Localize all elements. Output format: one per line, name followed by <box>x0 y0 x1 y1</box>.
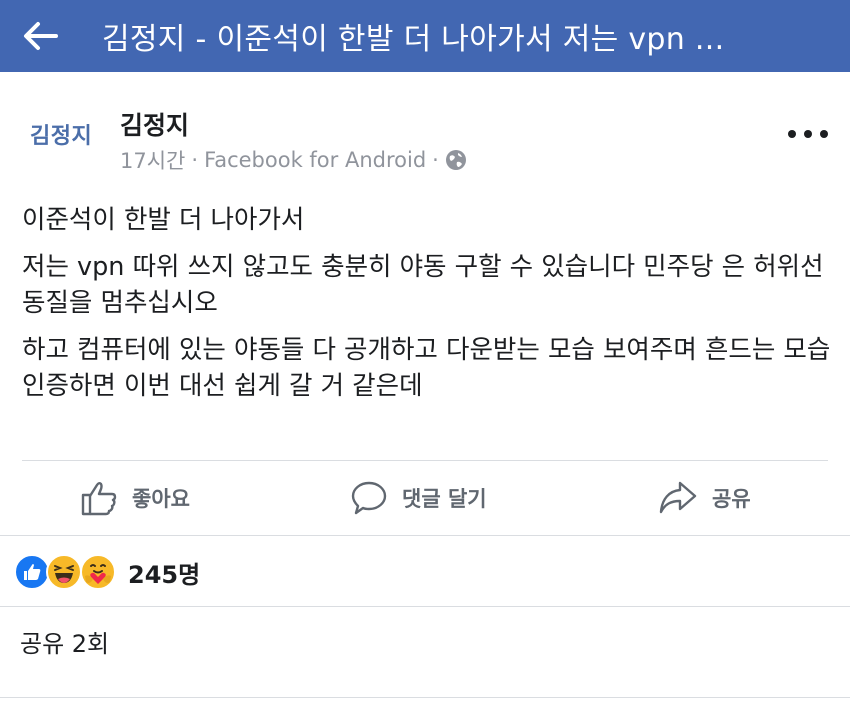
care-reaction-icon <box>80 554 116 590</box>
divider <box>0 697 850 698</box>
divider <box>0 606 850 607</box>
meta-separator: · <box>191 148 199 172</box>
meta-separator: · <box>432 148 439 172</box>
more-dot <box>820 130 828 138</box>
post-paragraph: 저는 vpn 따위 쓰지 않고도 충분히 야동 구할 수 있습니다 민주당 은 … <box>22 252 824 318</box>
like-label: 좋아요 <box>132 487 190 511</box>
back-button[interactable] <box>0 0 80 72</box>
like-reaction-icon <box>14 554 50 590</box>
post-time[interactable]: 17시간 <box>120 145 185 175</box>
share-button[interactable]: 공유 <box>658 462 751 534</box>
back-arrow-icon <box>24 22 58 50</box>
thumbs-up-icon <box>81 482 117 516</box>
reactions-summary[interactable]: 245명 <box>14 552 200 592</box>
post-text: 이준석이 한발 더 나아가서 저는 vpn 따위 쓰지 않고도 충분히 야동 구… <box>22 202 832 415</box>
comment-label: 댓글 달기 <box>402 487 487 511</box>
post-header: 김정지 김정지 17시간 · Facebook for Android · <box>0 96 850 186</box>
top-app-bar: 김정지 - 이준석이 한발 더 나아가서 저는 vpn ... <box>0 0 850 72</box>
more-options-button[interactable] <box>788 124 828 144</box>
share-icon <box>659 481 697 514</box>
comment-icon <box>351 481 387 515</box>
reaction-icons <box>14 552 122 592</box>
share-count[interactable]: 공유 2회 <box>20 624 109 659</box>
globe-icon <box>445 150 466 170</box>
author-name[interactable]: 김정지 <box>120 106 189 142</box>
more-dot <box>788 130 796 138</box>
action-bar: 좋아요 댓글 달기 공유 <box>0 462 850 534</box>
comment-button[interactable]: 댓글 달기 <box>350 462 487 534</box>
post-meta: 17시간 · Facebook for Android · <box>120 145 467 175</box>
post-source: Facebook for Android <box>204 148 427 172</box>
divider <box>0 535 850 536</box>
avatar[interactable]: 김정지 <box>30 118 92 150</box>
like-button[interactable]: 좋아요 <box>80 462 190 534</box>
divider <box>22 460 828 461</box>
page-title: 김정지 - 이준석이 한발 더 나아가서 저는 vpn ... <box>102 22 725 57</box>
more-dot <box>804 130 812 138</box>
post-paragraph: 이준석이 한발 더 나아가서 <box>22 205 305 235</box>
share-label: 공유 <box>712 487 751 511</box>
haha-reaction-icon <box>46 554 82 590</box>
reaction-count: 245명 <box>128 560 201 589</box>
post-paragraph: 하고 컴퓨터에 있는 야동들 다 공개하고 다운받는 모습 보여주며 흔드는 모… <box>22 335 831 401</box>
